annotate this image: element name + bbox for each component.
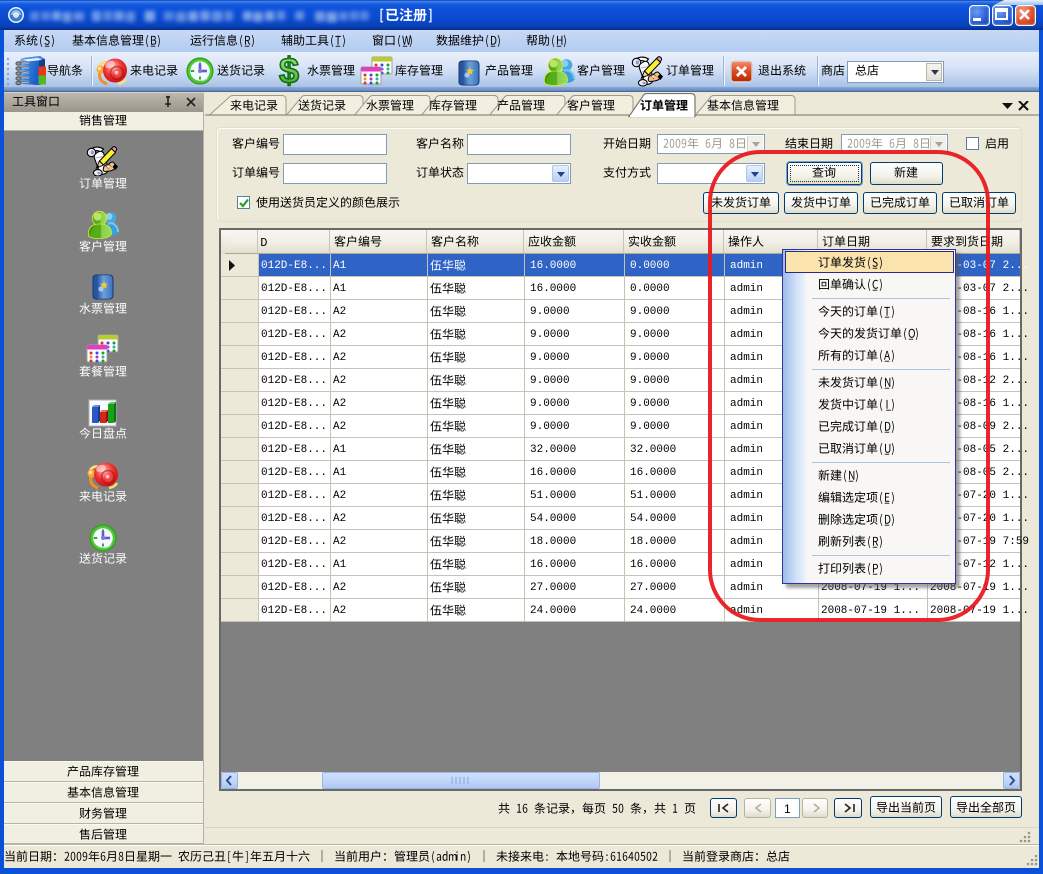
svg-text:$: $ [279,55,299,89]
